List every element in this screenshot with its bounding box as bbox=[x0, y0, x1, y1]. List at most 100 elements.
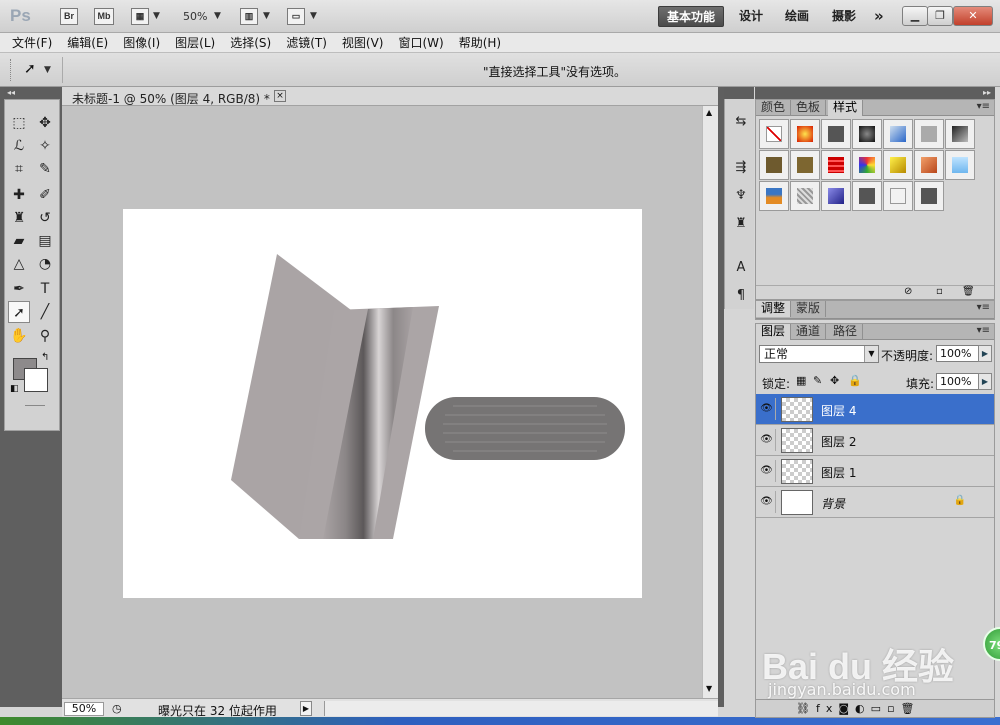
style-swatch[interactable] bbox=[852, 181, 882, 211]
style-swatch[interactable] bbox=[759, 181, 789, 211]
tab-paths[interactable]: 路径 bbox=[828, 324, 864, 340]
brush-tool-icon[interactable]: ✐ bbox=[34, 184, 56, 206]
actions-panel-icon[interactable]: ⇶ bbox=[730, 157, 752, 179]
style-swatch[interactable] bbox=[790, 150, 820, 180]
eyedropper-tool-icon[interactable]: ✎ bbox=[34, 158, 56, 180]
type-tool-icon[interactable]: T bbox=[34, 278, 56, 300]
workspace-painting[interactable]: 绘画 bbox=[777, 6, 817, 27]
scroll-down-icon[interactable]: ▼ bbox=[706, 684, 712, 693]
gradient-tool-icon[interactable]: ▤ bbox=[34, 230, 56, 252]
style-swatch[interactable] bbox=[914, 150, 944, 180]
tab-masks[interactable]: 蒙版 bbox=[791, 301, 827, 317]
opacity-input[interactable]: 100% bbox=[936, 345, 980, 362]
style-swatch[interactable] bbox=[945, 150, 975, 180]
crop-tool-icon[interactable]: ⌗ bbox=[8, 158, 30, 180]
chevron-down-icon[interactable]: ▼ bbox=[153, 11, 160, 21]
more-workspaces-button[interactable]: » bbox=[866, 6, 892, 27]
menu-window[interactable]: 窗口(W) bbox=[398, 34, 443, 51]
close-button[interactable]: ✕ bbox=[953, 6, 993, 26]
style-none[interactable] bbox=[759, 119, 789, 149]
bridge-button[interactable]: Br bbox=[60, 8, 78, 25]
paragraph-panel-icon[interactable]: ¶ bbox=[730, 285, 752, 307]
workspace-design[interactable]: 设计 bbox=[731, 6, 771, 27]
marquee-tool-icon[interactable]: ⬚ bbox=[8, 112, 30, 134]
style-swatch[interactable] bbox=[883, 119, 913, 149]
document-tab[interactable]: 未标题-1 @ 50% (图层 4, RGB/8) * bbox=[72, 90, 270, 107]
clear-style-icon[interactable]: ⊘ bbox=[904, 286, 912, 297]
lock-pixels-icon[interactable]: ✎ bbox=[813, 374, 822, 387]
lock-transparency-icon[interactable]: ▦ bbox=[796, 374, 806, 387]
chevron-down-icon[interactable]: ▼ bbox=[44, 65, 51, 75]
clone-source-icon[interactable]: ♜ bbox=[730, 213, 752, 235]
zoom-tool-icon[interactable]: ⚲ bbox=[34, 325, 56, 347]
lasso-tool-icon[interactable]: ℒ bbox=[8, 135, 30, 157]
style-swatch[interactable] bbox=[852, 150, 882, 180]
tab-swatches[interactable]: 色板 bbox=[791, 100, 827, 116]
chevron-down-icon[interactable]: ▼ bbox=[864, 346, 878, 362]
lock-position-icon[interactable]: ✥ bbox=[830, 374, 839, 387]
panel-menu-icon[interactable]: ▾≡ bbox=[977, 325, 990, 336]
tab-adjustments[interactable]: 调整 bbox=[756, 301, 792, 317]
chevron-down-icon[interactable]: ▼ bbox=[263, 11, 270, 21]
status-menu-arrow[interactable]: ▶ bbox=[300, 701, 312, 716]
tab-styles[interactable]: 样式 bbox=[828, 100, 864, 116]
style-swatch[interactable] bbox=[821, 181, 851, 211]
tab-channels[interactable]: 通道 bbox=[791, 324, 827, 340]
chevron-down-icon[interactable]: ▼ bbox=[310, 11, 317, 21]
document-canvas[interactable] bbox=[123, 209, 642, 598]
quick-mask-icon[interactable] bbox=[25, 405, 45, 406]
layer-row[interactable]: 👁 图层 1 bbox=[756, 456, 994, 487]
panel-menu-icon[interactable]: ▾≡ bbox=[977, 101, 990, 112]
options-grip[interactable] bbox=[10, 59, 11, 81]
blur-tool-icon[interactable]: △ bbox=[8, 253, 30, 275]
direct-selection-tool-icon[interactable]: ➚ bbox=[8, 301, 30, 323]
history-brush-tool-icon[interactable]: ↺ bbox=[34, 207, 56, 229]
menu-edit[interactable]: 编辑(E) bbox=[67, 34, 108, 51]
menu-select[interactable]: 选择(S) bbox=[230, 34, 271, 51]
blend-mode-select[interactable]: 正常 ▼ bbox=[759, 345, 879, 363]
workspace-photography[interactable]: 摄影 bbox=[824, 6, 864, 27]
workspace-essentials[interactable]: 基本功能 bbox=[658, 6, 725, 27]
status-zoom-input[interactable]: 50% bbox=[64, 702, 104, 716]
minimize-button[interactable]: ▁ bbox=[902, 6, 928, 26]
eye-icon[interactable]: 👁 bbox=[758, 491, 776, 513]
style-swatch[interactable] bbox=[945, 119, 975, 149]
healing-brush-tool-icon[interactable]: ✚ bbox=[8, 184, 30, 206]
restore-button[interactable]: ❐ bbox=[927, 6, 953, 26]
style-swatch[interactable] bbox=[759, 150, 789, 180]
style-swatch[interactable] bbox=[821, 150, 851, 180]
layer-row[interactable]: 👁 背景 🔒 bbox=[756, 487, 994, 518]
dock-header[interactable] bbox=[724, 87, 754, 99]
style-swatch[interactable] bbox=[914, 181, 944, 211]
menu-view[interactable]: 视图(V) bbox=[342, 34, 384, 51]
style-swatch[interactable] bbox=[821, 119, 851, 149]
eye-icon[interactable]: 👁 bbox=[758, 398, 776, 420]
zoom-level[interactable]: 50% bbox=[183, 10, 207, 23]
chevron-down-icon[interactable]: ▼ bbox=[214, 11, 221, 21]
tab-layers[interactable]: 图层 bbox=[756, 324, 792, 340]
mini-bridge-button[interactable]: Mb bbox=[94, 8, 114, 25]
menu-layer[interactable]: 图层(L) bbox=[175, 34, 215, 51]
menu-help[interactable]: 帮助(H) bbox=[459, 34, 501, 51]
brush-presets-icon[interactable]: ♆ bbox=[730, 185, 752, 207]
direct-selection-icon[interactable]: ➚ bbox=[24, 61, 36, 77]
style-swatch[interactable] bbox=[914, 119, 944, 149]
eraser-tool-icon[interactable]: ▰ bbox=[8, 230, 30, 252]
close-icon[interactable]: × bbox=[274, 90, 286, 102]
style-swatch[interactable] bbox=[790, 119, 820, 149]
eye-icon[interactable]: 👁 bbox=[758, 429, 776, 451]
layer-row[interactable]: 👁 图层 2 bbox=[756, 425, 994, 456]
arrange-documents-button[interactable]: ▥ bbox=[240, 8, 258, 25]
background-color-swatch[interactable] bbox=[24, 368, 48, 392]
layer-row[interactable]: 👁 图层 4 bbox=[756, 394, 994, 425]
magic-wand-tool-icon[interactable]: ✧ bbox=[34, 135, 56, 157]
screen-mode-button[interactable]: ▭ bbox=[287, 8, 305, 25]
style-swatch[interactable] bbox=[883, 181, 913, 211]
scroll-up-icon[interactable]: ▲ bbox=[706, 108, 712, 117]
toolbar-header[interactable]: ◂◂ bbox=[4, 87, 60, 99]
opacity-arrow[interactable]: ▶ bbox=[978, 345, 992, 362]
menu-file[interactable]: 文件(F) bbox=[12, 34, 52, 51]
move-tool-icon[interactable]: ✥ bbox=[34, 112, 56, 134]
hand-tool-icon[interactable]: ✋ bbox=[8, 325, 30, 347]
panels-header[interactable]: ▸▸ bbox=[755, 87, 995, 99]
